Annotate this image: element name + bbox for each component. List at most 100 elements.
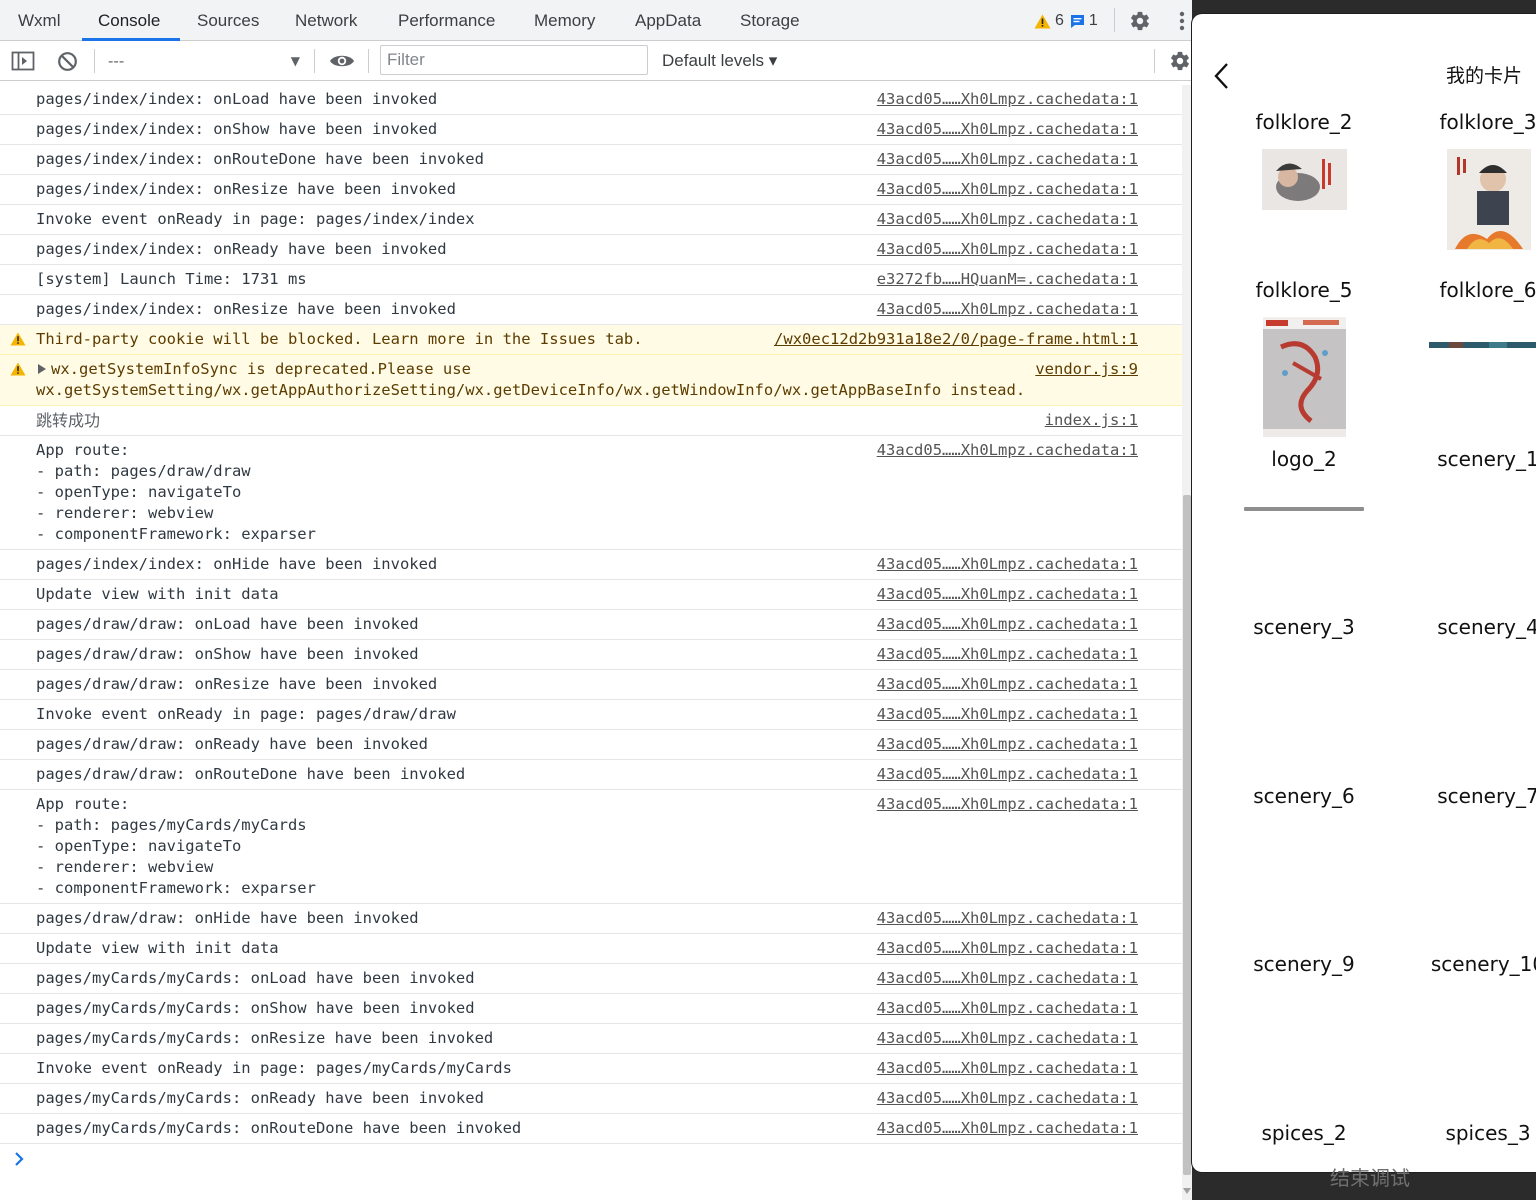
back-arrow-icon[interactable] (1212, 61, 1232, 91)
card-item[interactable]: logo_2 (1224, 447, 1384, 471)
card-image-folklore[interactable] (1262, 149, 1347, 210)
source-link[interactable]: 43acd05……Xh0Lmpz.cachedata:1 (877, 584, 1138, 605)
card-item[interactable]: scenery_6 (1224, 784, 1384, 808)
tab-network[interactable]: Network (295, 0, 357, 41)
console-message-line: pages/draw/draw: onRouteDone have been i… (36, 765, 466, 783)
clear-console-icon[interactable] (55, 50, 79, 72)
card-image-map[interactable] (1263, 317, 1346, 437)
card-label: scenery_1 (1437, 447, 1536, 471)
source-link[interactable]: /wx0ec12d2b931a18e2/0/page-frame.html:1 (774, 329, 1138, 350)
scrollbar-thumb[interactable] (1183, 495, 1191, 1175)
card-image-folklore[interactable] (1447, 149, 1531, 250)
source-link[interactable]: 43acd05……Xh0Lmpz.cachedata:1 (877, 179, 1138, 200)
filter-input[interactable] (380, 45, 648, 75)
page-title: 我的卡片 (1446, 65, 1523, 87)
issues-counter[interactable]: 6 1 (1034, 8, 1104, 34)
source-link[interactable]: 43acd05……Xh0Lmpz.cachedata:1 (877, 209, 1138, 230)
card-item[interactable]: folklore_2 (1224, 110, 1384, 134)
source-link[interactable]: 43acd05……Xh0Lmpz.cachedata:1 (877, 239, 1138, 260)
end-debug-button[interactable]: 结束调试 (1330, 1162, 1410, 1191)
console-log-row: App route: - path: pages/myCards/myCards -… (0, 790, 1182, 904)
console-log-row: Update view with init data 43acd05……Xh0Lm… (0, 580, 1182, 610)
source-link[interactable]: 43acd05……Xh0Lmpz.cachedata:1 (877, 119, 1138, 140)
source-link[interactable]: 43acd05……Xh0Lmpz.cachedata:1 (877, 1058, 1138, 1079)
card-item[interactable]: spices_3 (1408, 1121, 1536, 1145)
source-link[interactable]: 43acd05……Xh0Lmpz.cachedata:1 (877, 1088, 1138, 1109)
card-image-strip[interactable] (1429, 335, 1536, 348)
source-link[interactable]: vendor.js:9 (1035, 359, 1138, 380)
source-link[interactable]: 43acd05……Xh0Lmpz.cachedata:1 (877, 938, 1138, 959)
console-log-row: 跳转成功 index.js:1 (0, 406, 1182, 436)
sidebar-toggle-icon[interactable] (10, 50, 36, 72)
console-message-line: App route: (36, 441, 130, 459)
warning-icon (10, 362, 26, 376)
console-log-row: pages/myCards/myCards: onRouteDone have … (0, 1114, 1182, 1144)
source-link[interactable]: 43acd05……Xh0Lmpz.cachedata:1 (877, 89, 1138, 110)
source-link[interactable]: 43acd05……Xh0Lmpz.cachedata:1 (877, 614, 1138, 635)
tab-storage[interactable]: Storage (740, 0, 800, 41)
card-image-placeholder[interactable] (1244, 507, 1364, 511)
more-vertical-icon[interactable] (1172, 8, 1192, 34)
source-link[interactable]: 43acd05……Xh0Lmpz.cachedata:1 (877, 734, 1138, 755)
card-item[interactable]: scenery_10 (1408, 952, 1536, 976)
source-link[interactable]: 43acd05……Xh0Lmpz.cachedata:1 (877, 440, 1138, 461)
console-log-row: Invoke event onReady in page: pages/inde… (0, 205, 1182, 235)
console-message-line: pages/myCards/myCards: onShow have been … (36, 999, 475, 1017)
warning-icon (10, 332, 26, 346)
caret-down-icon: ▼ (290, 54, 300, 68)
source-link[interactable]: index.js:1 (1045, 410, 1138, 431)
tab-console[interactable]: Console (98, 0, 160, 41)
source-link[interactable]: 43acd05……Xh0Lmpz.cachedata:1 (877, 998, 1138, 1019)
console-log-row: pages/draw/draw: onShow have been invoke… (0, 640, 1182, 670)
source-link[interactable]: 43acd05……Xh0Lmpz.cachedata:1 (877, 644, 1138, 665)
source-link[interactable]: 43acd05……Xh0Lmpz.cachedata:1 (877, 794, 1138, 815)
expand-triangle-icon[interactable] (38, 364, 46, 374)
card-item[interactable]: scenery_3 (1224, 615, 1384, 639)
source-link[interactable]: 43acd05……Xh0Lmpz.cachedata:1 (877, 1118, 1138, 1139)
console-log-row: App route: - path: pages/draw/draw - openT… (0, 436, 1182, 550)
console-message-line: pages/myCards/myCards: onLoad have been … (36, 969, 475, 987)
phone-screen: 我的卡片 folklore_2 folklore_3 folklore_5 fo… (1192, 14, 1536, 1172)
card-item[interactable]: folklore_6 (1408, 278, 1536, 302)
source-link[interactable]: 43acd05……Xh0Lmpz.cachedata:1 (877, 674, 1138, 695)
source-link[interactable]: 43acd05……Xh0Lmpz.cachedata:1 (877, 764, 1138, 785)
card-label: folklore_6 (1439, 278, 1536, 302)
context-selector[interactable]: --- ▼ (108, 48, 304, 74)
console-message-line: pages/draw/draw: onHide have been invoke… (36, 909, 419, 927)
console-message-line: - openType: navigateTo (36, 837, 242, 855)
card-item[interactable]: spices_2 (1224, 1121, 1384, 1145)
source-link[interactable]: 43acd05……Xh0Lmpz.cachedata:1 (877, 299, 1138, 320)
source-link[interactable]: 43acd05……Xh0Lmpz.cachedata:1 (877, 149, 1138, 170)
tab-memory[interactable]: Memory (534, 0, 595, 41)
card-item[interactable]: folklore_5 (1224, 278, 1384, 302)
source-link[interactable]: 43acd05……Xh0Lmpz.cachedata:1 (877, 1028, 1138, 1049)
console-settings-gear-icon[interactable] (1168, 49, 1192, 73)
tab-sources[interactable]: Sources (197, 0, 259, 41)
tab-wxml[interactable]: Wxml (18, 0, 60, 41)
card-item[interactable]: folklore_3 (1408, 110, 1536, 134)
log-levels-dropdown[interactable]: Default levels ▾ (662, 48, 777, 74)
console-log-row: pages/myCards/myCards: onShow have been … (0, 994, 1182, 1024)
source-link[interactable]: 43acd05……Xh0Lmpz.cachedata:1 (877, 968, 1138, 989)
settings-gear-icon[interactable] (1127, 8, 1153, 34)
card-item[interactable]: scenery_9 (1224, 952, 1384, 976)
source-link[interactable]: e3272fb……HQuanM=.cachedata:1 (877, 269, 1138, 290)
console-scrollbar[interactable] (1182, 85, 1192, 1200)
card-label: scenery_4 (1437, 615, 1536, 639)
source-link[interactable]: 43acd05……Xh0Lmpz.cachedata:1 (877, 704, 1138, 725)
card-item[interactable]: scenery_7 (1408, 784, 1536, 808)
devtools-tab-bar: Wxml Console Sources Network Performance… (0, 0, 1192, 41)
scroll-down-arrow-icon[interactable] (1183, 1188, 1191, 1194)
card-item[interactable]: scenery_4 (1408, 615, 1536, 639)
console-message-line: [system] Launch Time: 1731 ms (36, 270, 307, 288)
tab-appdata[interactable]: AppData (635, 0, 701, 41)
console-prompt-chevron-icon[interactable] (12, 1149, 32, 1169)
console-warning-row: Third-party cookie will be blocked. Lear… (0, 325, 1182, 355)
console-log-row: pages/draw/draw: onLoad have been invoke… (0, 610, 1182, 640)
card-item[interactable]: scenery_1 (1408, 447, 1536, 471)
source-link[interactable]: 43acd05……Xh0Lmpz.cachedata:1 (877, 908, 1138, 929)
live-expression-eye-icon[interactable] (328, 50, 356, 72)
source-link[interactable]: 43acd05……Xh0Lmpz.cachedata:1 (877, 554, 1138, 575)
console-message-line: Invoke event onReady in page: pages/myCa… (36, 1059, 512, 1077)
tab-performance[interactable]: Performance (398, 0, 495, 41)
